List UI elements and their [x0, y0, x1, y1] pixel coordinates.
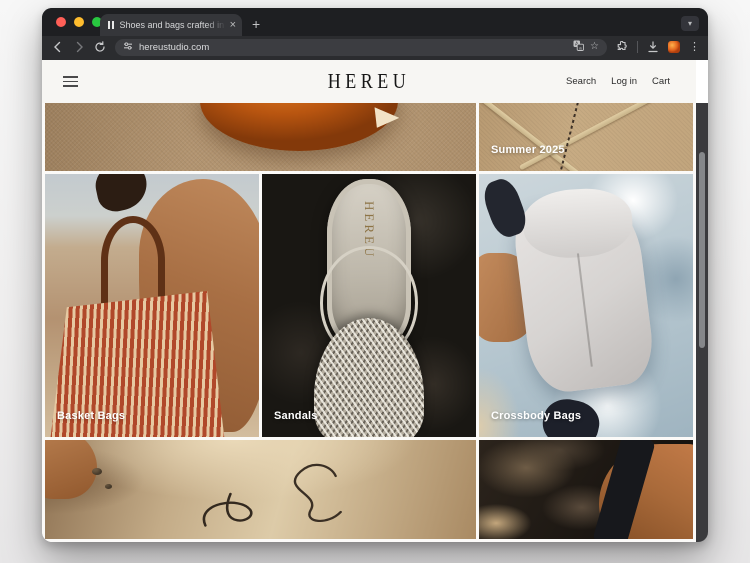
toolbar-divider	[637, 41, 638, 53]
svg-text:a: a	[579, 45, 582, 50]
bookmark-star-icon[interactable]: ☆	[590, 42, 599, 52]
forward-icon[interactable]	[73, 41, 85, 53]
scrollbar-thumb[interactable]	[699, 152, 705, 348]
close-window-button[interactable]	[56, 17, 66, 27]
leather-object-image	[200, 103, 398, 151]
tile-label: Summer 2025	[491, 144, 565, 156]
nav-login-link[interactable]: Log in	[611, 76, 637, 87]
extension-avatar-icon[interactable]	[668, 41, 680, 53]
nav-search-link[interactable]: Search	[566, 76, 596, 87]
tile-summer-2025[interactable]: Summer 2025	[479, 103, 693, 171]
tab-title: Shoes and bags crafted in Sp	[120, 20, 226, 30]
sandal-image: HEREU	[311, 179, 427, 437]
minimize-window-button[interactable]	[74, 17, 84, 27]
tile-basket-bags[interactable]: Basket Bags	[45, 174, 259, 437]
bag-seam-image	[576, 254, 592, 367]
model-hair-image	[92, 174, 152, 216]
tab-close-icon[interactable]: ×	[230, 20, 236, 31]
toolbar-actions: ⋮	[616, 41, 700, 53]
url-text[interactable]: hereustudio.com	[139, 42, 567, 53]
browser-toolbar: hereustudio.com Aa ☆ ⋮	[42, 36, 708, 60]
browser-menu-icon[interactable]: ⋮	[689, 42, 700, 53]
new-tab-button[interactable]: +	[252, 17, 260, 31]
site-favicon-icon	[108, 21, 114, 29]
traffic-lights	[56, 17, 102, 27]
back-icon[interactable]	[52, 41, 64, 53]
tile-label: Crossbody Bags	[491, 410, 581, 422]
refresh-icon[interactable]	[94, 41, 106, 53]
crossbody-bag-image	[511, 193, 657, 396]
hereu-page: HEREU Search Log in Cart Summer 2025	[42, 60, 696, 542]
bag-flap-image	[521, 185, 635, 261]
tile-label: Basket Bags	[57, 410, 125, 422]
browser-window: Shoes and bags crafted in Sp × + ▾ hereu…	[42, 8, 708, 542]
tab-search-chevron-icon[interactable]: ▾	[681, 16, 699, 31]
bag-handle-image	[101, 216, 165, 305]
tile-sandals[interactable]: HEREU Sandals	[262, 174, 476, 437]
tile-rocks-image[interactable]	[479, 440, 693, 539]
site-header: HEREU Search Log in Cart	[42, 60, 696, 103]
tab-bar: Shoes and bags crafted in Sp × + ▾	[42, 8, 708, 36]
translate-icon[interactable]: Aa	[573, 40, 584, 54]
browser-viewport: HEREU Search Log in Cart Summer 2025	[42, 60, 708, 542]
address-bar[interactable]: hereustudio.com Aa ☆	[115, 39, 607, 56]
extensions-icon[interactable]	[616, 41, 628, 53]
tile-intro-image[interactable]	[45, 103, 476, 171]
tile-dune-image[interactable]	[45, 440, 476, 539]
cord-laces-image	[45, 440, 476, 539]
download-icon[interactable]	[647, 41, 659, 53]
tile-crossbody-bags[interactable]: Crossbody Bags	[479, 174, 693, 437]
site-settings-icon[interactable]	[123, 41, 133, 54]
header-nav: Search Log in Cart	[566, 76, 670, 87]
tile-label: Sandals	[274, 410, 318, 422]
category-grid: Summer 2025 Basket Bags HEREU	[42, 103, 696, 542]
site-logo[interactable]: HEREU	[328, 69, 411, 93]
page-scrollbar[interactable]	[696, 103, 708, 542]
hamburger-menu-icon[interactable]	[63, 76, 78, 87]
strap-image	[519, 103, 689, 170]
browser-tab[interactable]: Shoes and bags crafted in Sp ×	[100, 14, 242, 36]
nav-cart-link[interactable]: Cart	[652, 76, 670, 87]
